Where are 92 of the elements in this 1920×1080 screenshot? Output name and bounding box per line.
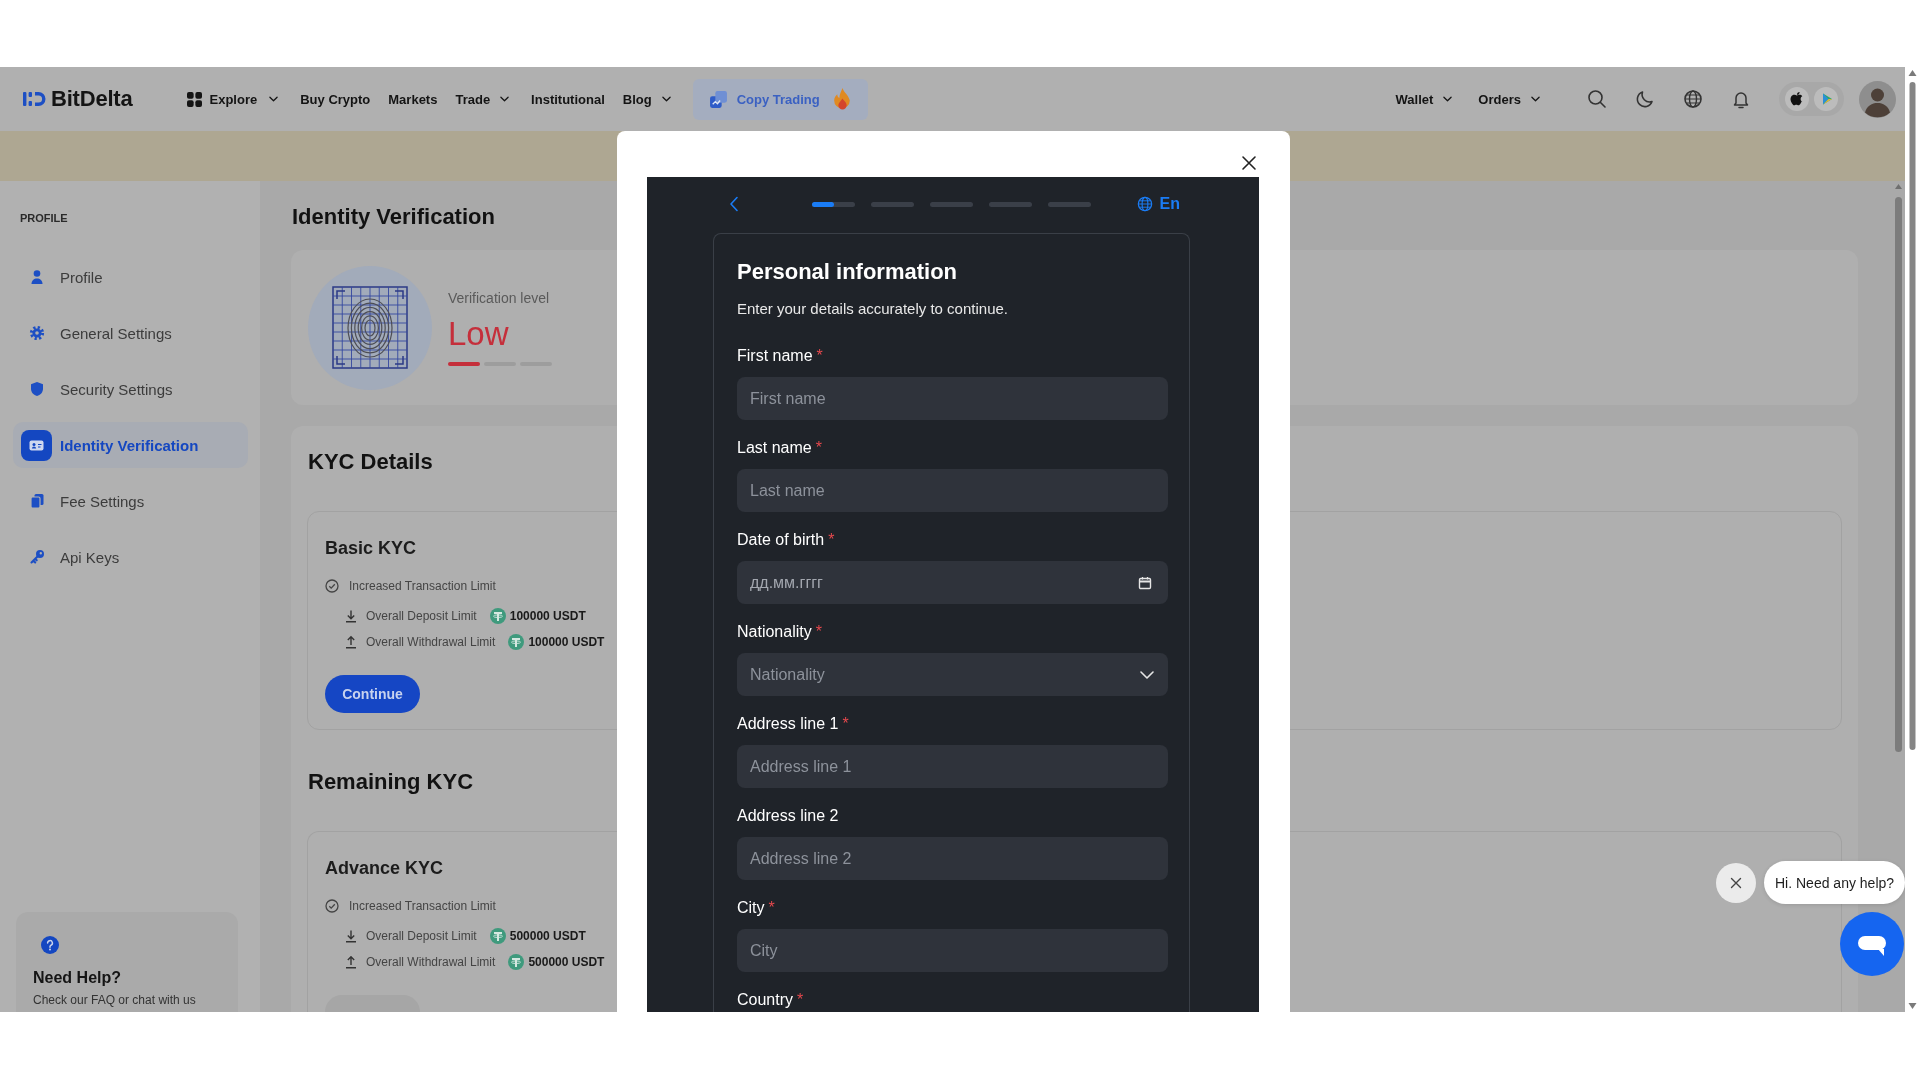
help-title: Need Help? xyxy=(33,968,121,988)
chevron-down-icon xyxy=(269,96,279,102)
back-icon[interactable] xyxy=(729,196,739,212)
shield-icon xyxy=(28,381,45,397)
field-label: First name * xyxy=(737,346,823,366)
id-card-icon xyxy=(21,429,52,461)
verification-label: Verification level xyxy=(448,289,550,307)
chevron-down-icon xyxy=(1140,670,1154,679)
key-icon xyxy=(28,549,45,565)
field-label: Address line 1 * xyxy=(737,714,849,734)
benefit-text: Increased Transaction Limit xyxy=(349,578,496,595)
grid-icon xyxy=(186,91,202,107)
field-label: Date of birth * xyxy=(737,530,835,550)
upload-icon xyxy=(344,635,358,649)
page-title: Identity Verification xyxy=(292,203,495,231)
documents-icon xyxy=(28,493,45,509)
chevron-down-icon xyxy=(1531,96,1540,102)
text-field[interactable]: First name xyxy=(737,377,1168,420)
globe-icon xyxy=(1136,196,1153,212)
select-field[interactable]: Nationality xyxy=(737,653,1168,696)
chevron-down-icon xyxy=(661,96,671,102)
check-circle-icon xyxy=(325,899,339,913)
download-icon xyxy=(344,609,358,623)
coin-icon xyxy=(508,634,525,650)
form-subtitle: Enter your details accurately to continue. xyxy=(737,299,1009,319)
limit-label: Overall Deposit Limit xyxy=(366,928,477,945)
apple-icon[interactable] xyxy=(1785,87,1809,111)
logo-text[interactable]: BitDelta xyxy=(51,86,133,112)
field-label: Country * xyxy=(737,990,804,1010)
date-field[interactable]: дд.мм.гггг xyxy=(737,561,1168,604)
sidebar-item[interactable]: Security Settings xyxy=(13,366,248,412)
upload-icon xyxy=(344,955,358,969)
benefit-text: Increased Transaction Limit xyxy=(349,898,496,915)
coin-icon xyxy=(508,954,525,970)
logo-icon[interactable] xyxy=(23,89,47,109)
sidebar-item[interactable]: Profile xyxy=(13,254,248,300)
check-circle-icon xyxy=(325,579,339,593)
tier-title: Advance KYC xyxy=(325,857,444,880)
text-field[interactable]: Address line 2 xyxy=(737,837,1168,880)
limit-value: 500000 USDT xyxy=(528,954,605,971)
section-title: Remaining KYC xyxy=(308,768,474,796)
limit-value: 500000 USDT xyxy=(509,928,586,945)
field-label: Address line 2 xyxy=(737,806,839,826)
continue-button[interactable]: Continue xyxy=(325,675,420,713)
copy-icon xyxy=(708,89,728,109)
calendar-icon[interactable] xyxy=(1138,575,1152,590)
field-label: Nationality * xyxy=(737,622,822,642)
nav-link[interactable]: Markets xyxy=(388,87,438,111)
text-field[interactable]: City xyxy=(737,929,1168,972)
coin-icon xyxy=(489,928,506,944)
sidebar-item[interactable]: Fee Settings xyxy=(13,478,248,524)
nav-dropdown[interactable]: Explore xyxy=(186,87,283,111)
nav-link[interactable]: Institutional xyxy=(531,87,605,111)
field-label: Last name * xyxy=(737,438,822,458)
search-icon[interactable] xyxy=(1587,89,1607,109)
limit-label: Overall Withdrawal Limit xyxy=(366,634,496,651)
limit-label: Overall Withdrawal Limit xyxy=(366,954,496,971)
text-field[interactable]: Last name xyxy=(737,469,1168,512)
limit-value: 100000 USDT xyxy=(509,608,586,625)
verification-value: Low xyxy=(448,315,509,353)
limit-label: Overall Deposit Limit xyxy=(366,608,477,625)
chat-message: Hi. Need any help? xyxy=(1764,861,1905,904)
nav-link[interactable]: Buy Crypto xyxy=(300,87,371,111)
flame-icon xyxy=(831,86,853,112)
coin-icon xyxy=(489,608,506,624)
close-icon[interactable] xyxy=(1241,155,1257,171)
help-icon xyxy=(41,936,59,954)
nav-dropdown[interactable]: Blog xyxy=(622,87,675,111)
limit-value: 100000 USDT xyxy=(528,634,605,651)
sidebar-item[interactable]: General Settings xyxy=(13,310,248,356)
nav-dropdown[interactable]: Orders xyxy=(1478,87,1544,111)
chat-icon[interactable] xyxy=(1840,912,1904,976)
text-field[interactable]: Address line 1 xyxy=(737,745,1168,788)
tier-title: Basic KYC xyxy=(325,537,417,560)
nav-dropdown[interactable]: Wallet xyxy=(1395,87,1457,111)
section-title: KYC Details xyxy=(308,448,433,476)
chevron-down-icon xyxy=(500,96,510,102)
language-button[interactable]: En xyxy=(1136,195,1180,213)
form-title: Personal information xyxy=(737,258,959,286)
sidebar-item[interactable]: Api Keys xyxy=(13,534,248,580)
chevron-down-icon xyxy=(1443,96,1453,102)
avatar-icon[interactable] xyxy=(1859,80,1896,118)
download-icon xyxy=(344,929,358,943)
moon-icon[interactable] xyxy=(1635,89,1655,109)
section-heading: PROFILE xyxy=(20,211,68,225)
bell-icon[interactable] xyxy=(1731,89,1751,109)
globe-icon[interactable] xyxy=(1683,89,1703,109)
nav-dropdown[interactable]: Trade xyxy=(455,87,514,111)
help-text: Check our FAQ or chat with us xyxy=(33,992,196,1008)
fingerprint-icon xyxy=(308,265,432,390)
gear-icon xyxy=(28,325,45,341)
field-label: City * xyxy=(737,898,775,918)
